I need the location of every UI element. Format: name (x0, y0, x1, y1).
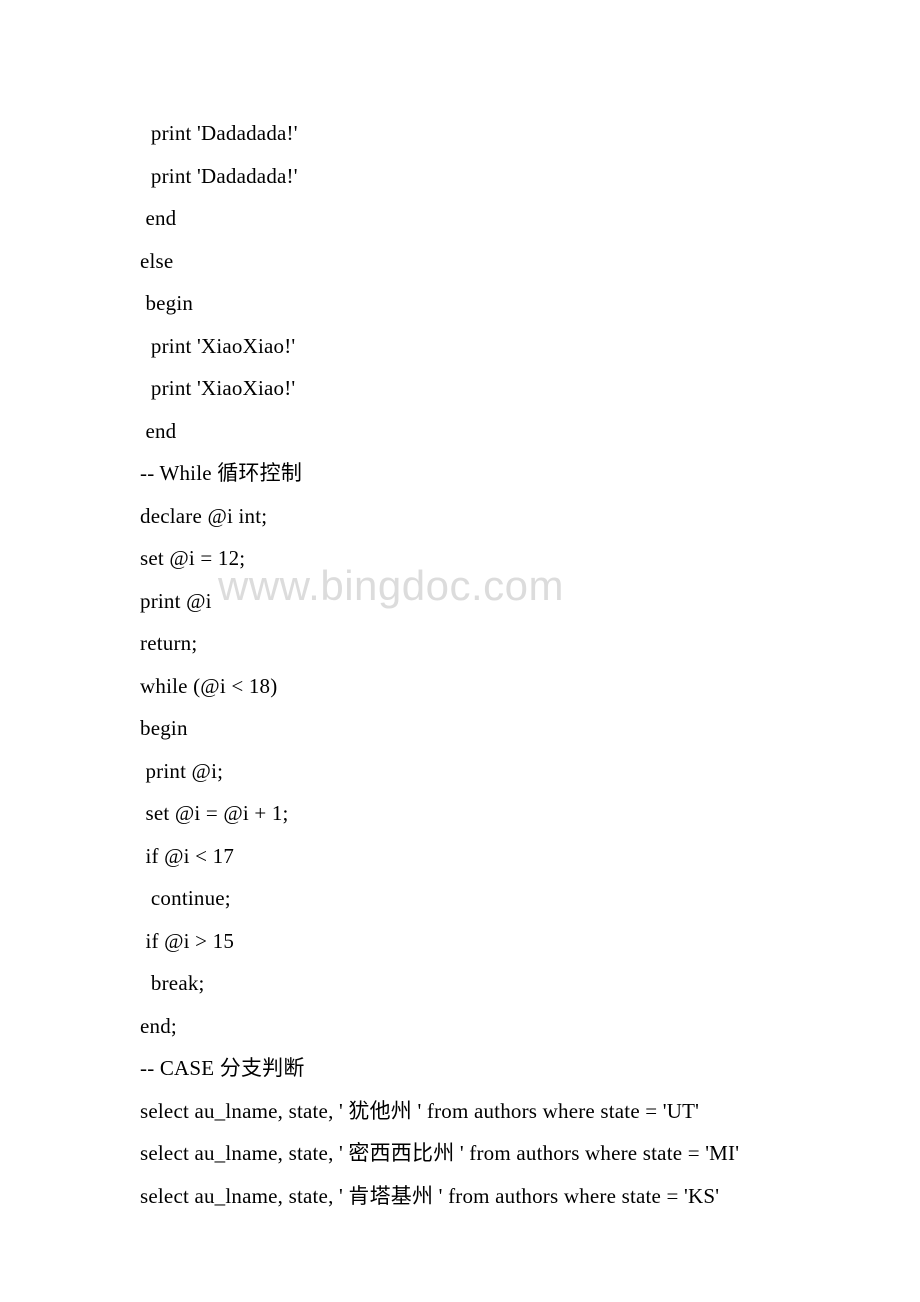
code-line: break; (140, 962, 780, 1005)
code-line: begin (140, 707, 780, 750)
code-line: print 'XiaoXiao!' (140, 325, 780, 368)
code-line: set @i = 12; (140, 537, 780, 580)
code-line: while (@i < 18) (140, 665, 780, 708)
code-line: if @i > 15 (140, 920, 780, 963)
code-line: -- While 循环控制 (140, 452, 780, 495)
code-line: continue; (140, 877, 780, 920)
code-line: select au_lname, state, ' 犹他州 ' from aut… (140, 1090, 780, 1133)
code-line: end (140, 410, 780, 453)
code-line: print @i; (140, 750, 780, 793)
code-line: end (140, 197, 780, 240)
code-line: return; (140, 622, 780, 665)
code-line: -- CASE 分支判断 (140, 1047, 780, 1090)
code-line: print 'Dadadada!' (140, 112, 780, 155)
code-line: set @i = @i + 1; (140, 792, 780, 835)
code-line: print @i (140, 580, 780, 623)
code-line: declare @i int; (140, 495, 780, 538)
code-line: if @i < 17 (140, 835, 780, 878)
code-content: print 'Dadadada!' print 'Dadadada!' end … (140, 112, 780, 1217)
code-line: print 'XiaoXiao!' (140, 367, 780, 410)
code-line: print 'Dadadada!' (140, 155, 780, 198)
code-line: select au_lname, state, ' 密西西比州 ' from a… (140, 1132, 780, 1175)
code-line: else (140, 240, 780, 283)
code-line: end; (140, 1005, 780, 1048)
code-line: select au_lname, state, ' 肯塔基州 ' from au… (140, 1175, 780, 1218)
code-line: begin (140, 282, 780, 325)
